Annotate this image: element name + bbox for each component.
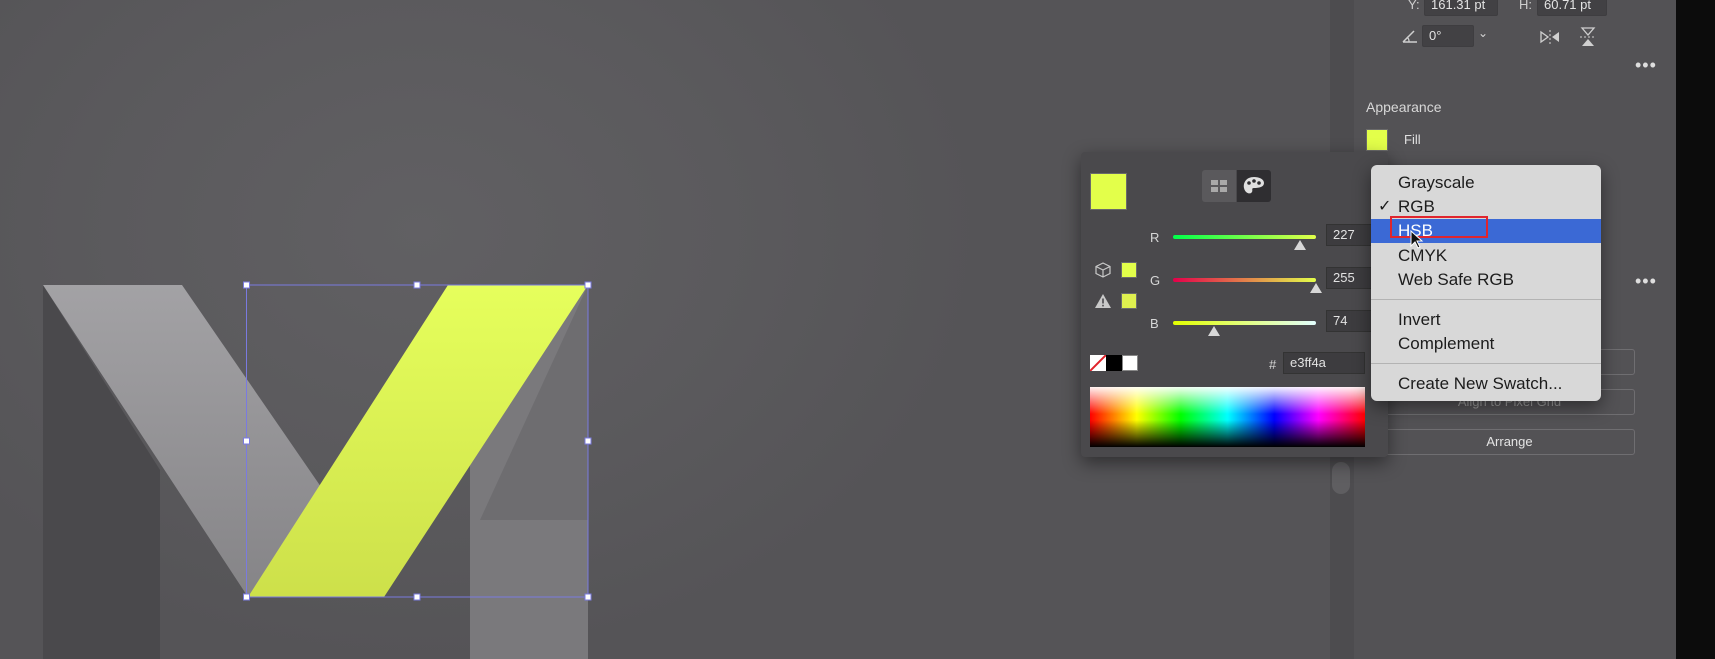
swatches-mode-button[interactable] bbox=[1202, 170, 1236, 202]
height-field[interactable]: 60.71 pt bbox=[1537, 0, 1607, 16]
cube-icon[interactable] bbox=[1095, 262, 1111, 278]
handle-bottom-right[interactable] bbox=[584, 593, 592, 601]
color-mixer-mode-button[interactable] bbox=[1237, 170, 1271, 202]
angle-icon bbox=[1402, 30, 1417, 43]
color-spectrum[interactable] bbox=[1090, 387, 1365, 447]
menu-separator-2 bbox=[1371, 363, 1601, 364]
handle-mid-right[interactable] bbox=[584, 437, 592, 445]
handle-top-left[interactable] bbox=[243, 281, 250, 289]
menu-item-grayscale[interactable]: Grayscale bbox=[1371, 171, 1601, 195]
chevron-down-icon[interactable]: ⌄ bbox=[1478, 26, 1488, 40]
in-gamut-color-swatch[interactable] bbox=[1121, 293, 1137, 309]
white-swatch[interactable] bbox=[1122, 355, 1138, 371]
channel-g-label: G bbox=[1150, 273, 1161, 288]
none-color-icon[interactable] bbox=[1090, 355, 1106, 371]
color-mode-menu: Grayscale ✓ RGB HSB CMYK Web Safe RGB Inv… bbox=[1371, 165, 1601, 401]
more-options-icon[interactable]: ••• bbox=[1635, 56, 1657, 74]
mouse-pointer-icon bbox=[1410, 230, 1424, 249]
channel-r-thumb[interactable] bbox=[1294, 240, 1307, 250]
fill-label[interactable]: Fill bbox=[1404, 132, 1421, 147]
handle-top-mid[interactable] bbox=[413, 281, 421, 289]
channel-b-thumb[interactable] bbox=[1208, 326, 1221, 336]
channel-b-label: B bbox=[1150, 316, 1159, 331]
channel-g-thumb[interactable] bbox=[1310, 283, 1322, 293]
handle-top-right[interactable] bbox=[584, 281, 592, 289]
more-options-icon-2[interactable]: ••• bbox=[1635, 272, 1657, 290]
channel-g-slider[interactable] bbox=[1173, 278, 1316, 282]
swatch-grid-icon bbox=[1211, 180, 1227, 192]
menu-item-invert[interactable]: Invert bbox=[1371, 308, 1601, 332]
flip-vertical-icon[interactable] bbox=[1579, 27, 1597, 47]
fill-swatch[interactable] bbox=[1366, 129, 1388, 151]
channel-r-label: R bbox=[1150, 230, 1160, 245]
annotation-highlight-box bbox=[1390, 216, 1488, 238]
channel-b-value[interactable]: 74 bbox=[1326, 310, 1372, 332]
channel-r-value[interactable]: 227 bbox=[1326, 224, 1372, 246]
h-label: H: bbox=[1519, 0, 1532, 12]
channel-g-value[interactable]: 255 bbox=[1326, 267, 1372, 289]
current-color-swatch bbox=[1090, 173, 1127, 210]
menu-separator bbox=[1371, 299, 1601, 300]
hex-hash-label: # bbox=[1269, 357, 1277, 372]
web-safe-color-swatch[interactable] bbox=[1121, 262, 1137, 278]
hex-value-field[interactable]: e3ff4a bbox=[1283, 352, 1365, 374]
channel-b-slider[interactable] bbox=[1173, 321, 1316, 325]
handle-mid-left[interactable] bbox=[243, 437, 250, 445]
y-position-field[interactable]: 161.31 pt bbox=[1424, 0, 1498, 16]
color-picker-popover: R 227 G 255 B 74 # e3ff4a bbox=[1081, 152, 1388, 457]
menu-item-cmyk[interactable]: CMYK bbox=[1371, 244, 1601, 268]
handle-bottom-left[interactable] bbox=[243, 593, 250, 601]
rotate-angle-field[interactable]: 0° bbox=[1422, 25, 1474, 47]
arrange-button[interactable]: Arrange bbox=[1384, 429, 1635, 455]
warning-icon[interactable] bbox=[1094, 293, 1112, 309]
menu-item-web-safe-rgb[interactable]: Web Safe RGB bbox=[1371, 268, 1601, 292]
window-edge bbox=[1676, 0, 1715, 659]
canvas-scroll-thumb[interactable] bbox=[1332, 462, 1350, 494]
flip-horizontal-icon[interactable] bbox=[1540, 29, 1560, 45]
black-swatch[interactable] bbox=[1106, 355, 1122, 371]
palette-icon bbox=[1243, 177, 1264, 194]
appearance-title: Appearance bbox=[1366, 99, 1442, 115]
menu-item-create-new-swatch[interactable]: Create New Swatch... bbox=[1371, 372, 1601, 396]
channel-r-slider[interactable] bbox=[1173, 235, 1316, 239]
handle-bottom-mid[interactable] bbox=[413, 593, 421, 601]
y-label: Y: bbox=[1408, 0, 1420, 12]
menu-item-complement[interactable]: Complement bbox=[1371, 332, 1601, 356]
